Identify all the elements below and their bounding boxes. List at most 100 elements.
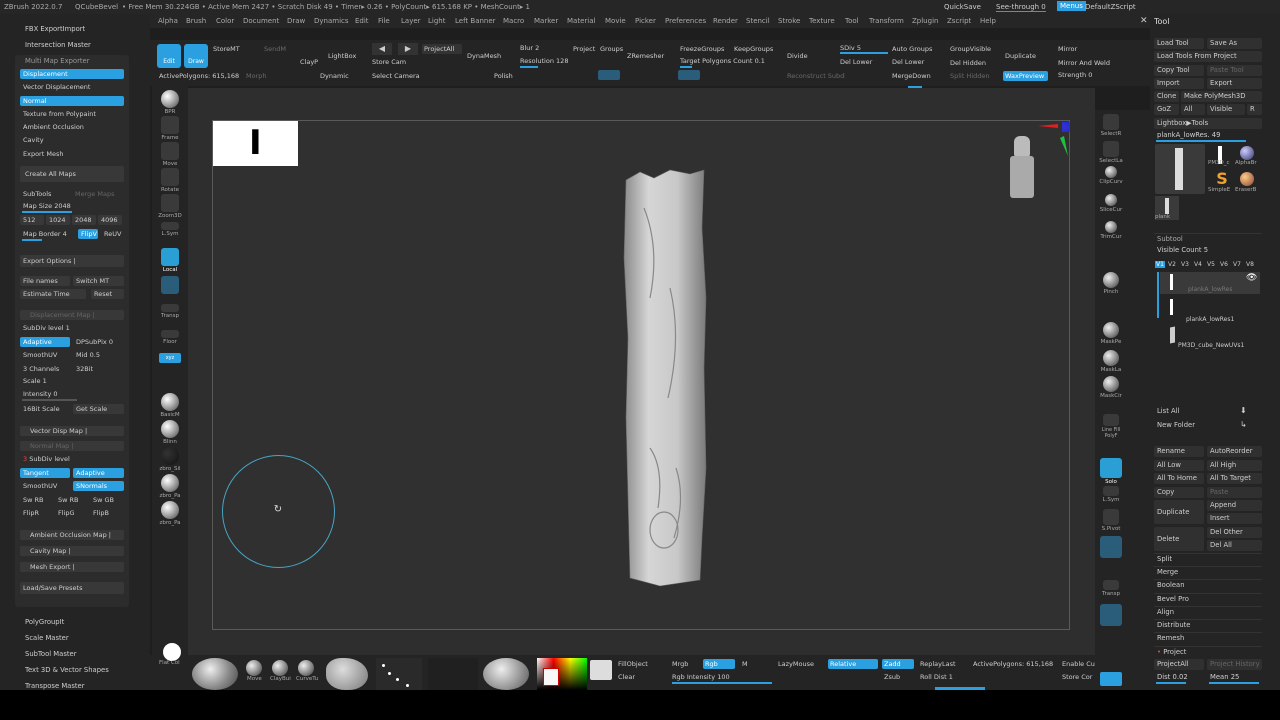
flipr-toggle[interactable]: FlipR	[20, 508, 53, 518]
polish-toggle[interactable]: Polish	[492, 71, 522, 81]
subdiv-toggle-1[interactable]	[598, 70, 620, 80]
menu-render[interactable]: Render	[713, 17, 738, 25]
menu-help[interactable]: Help	[980, 17, 996, 25]
rename-button[interactable]: Rename	[1154, 446, 1204, 457]
flipv-toggle[interactable]: FlipV	[78, 229, 98, 239]
relative-toggle[interactable]: Relative	[828, 659, 878, 669]
subdiv-toggle-2[interactable]	[678, 70, 700, 80]
menu-color[interactable]: Color	[216, 17, 234, 25]
claybuildup-brush-icon[interactable]	[272, 660, 288, 676]
map-size-slider-bar[interactable]	[22, 211, 72, 213]
vtab-v6[interactable]: V6	[1220, 261, 1228, 268]
groupvisible-button[interactable]: GroupVisible	[948, 44, 998, 54]
sendmt-button[interactable]: SendM	[262, 44, 292, 54]
goz-visible-button[interactable]: Visible	[1207, 104, 1245, 115]
size-512-button[interactable]: 512	[20, 215, 44, 225]
goz-button[interactable]: GoZ	[1154, 104, 1179, 115]
blur-slider[interactable]: Blur 2	[518, 43, 563, 53]
pinch-brush-button[interactable]: Pinch	[1096, 272, 1126, 295]
export-mesh-toggle[interactable]: Export Mesh	[20, 149, 124, 159]
quicksave-button[interactable]: QuickSave	[944, 3, 981, 11]
arrow-down-icon[interactable]: ⬇	[1240, 406, 1247, 415]
mergedown-button[interactable]: MergeDown	[890, 71, 936, 81]
replaylast-button[interactable]: ReplayLast	[918, 659, 958, 669]
all-to-home-button[interactable]: All To Home	[1154, 473, 1204, 484]
intensity-slider-bar[interactable]	[22, 399, 77, 401]
blank-right-button[interactable]	[1096, 536, 1126, 559]
switch-mt-button[interactable]: Switch MT	[73, 276, 124, 286]
copy-tool-button[interactable]: Copy Tool	[1154, 65, 1204, 76]
insert-button[interactable]: Insert	[1207, 513, 1262, 524]
create-all-maps-button[interactable]: Create All Maps	[20, 166, 124, 182]
normal-adaptive-toggle[interactable]: Adaptive	[73, 468, 124, 478]
projectall-button-right[interactable]: ProjectAll	[1154, 659, 1204, 670]
swgb-toggle[interactable]: Sw GB	[90, 495, 123, 505]
ao-map-header[interactable]: Ambient Occlusion Map |	[20, 530, 124, 540]
merge-section[interactable]: Merge	[1154, 566, 1262, 577]
zsub-toggle[interactable]: Zsub	[882, 672, 902, 682]
normal-map-header[interactable]: Normal Map |	[20, 441, 124, 451]
save-as-button[interactable]: Save As	[1207, 38, 1262, 49]
16bit-scale-toggle[interactable]: 16Bit Scale	[20, 404, 70, 414]
dist-slider-bar[interactable]	[1156, 682, 1186, 684]
dynamesh-button[interactable]: DynaMesh	[465, 51, 505, 61]
cavity-toggle[interactable]: Cavity	[20, 135, 124, 145]
align-section[interactable]: Align	[1154, 606, 1262, 617]
intensity-slider[interactable]: Intensity 0	[20, 389, 124, 399]
draw-button[interactable]: Draw	[184, 44, 208, 68]
scale-slider[interactable]: Scale 1	[20, 376, 124, 386]
clayp-button[interactable]: ClayP	[298, 57, 322, 67]
del-other-button[interactable]: Del Other	[1207, 527, 1262, 538]
material-blinn[interactable]: Blinn	[155, 420, 185, 445]
clear-button[interactable]: Clear	[616, 672, 637, 682]
list-all-button[interactable]: List All	[1154, 406, 1204, 417]
fbx-export-import[interactable]: FBX ExportImport	[25, 25, 85, 33]
all-to-target-button[interactable]: All To Target	[1207, 473, 1262, 484]
transp-button[interactable]: Transp	[155, 304, 185, 319]
subtool-scrollbar[interactable]	[1157, 272, 1159, 318]
vtab-v3[interactable]: V3	[1181, 261, 1189, 268]
merge-maps-toggle[interactable]: Merge Maps	[72, 189, 122, 199]
32bit-toggle[interactable]: 32Bit	[73, 364, 124, 374]
tangent-toggle[interactable]: Tangent	[20, 468, 70, 478]
menu-texture[interactable]: Texture	[809, 17, 835, 25]
tool-palette-title[interactable]: Tool	[1154, 17, 1170, 26]
strength-slider[interactable]: Strength 0	[1056, 70, 1106, 80]
arrow-return-icon[interactable]: ↳	[1240, 420, 1247, 429]
flipg-toggle[interactable]: FlipG	[55, 508, 88, 518]
subtool-item-selected[interactable]: plankA_lowRes 👁	[1160, 272, 1260, 294]
mask-circle-button[interactable]: MaskCir	[1096, 376, 1126, 399]
ambient-occlusion-toggle[interactable]: Ambient Occlusion	[20, 122, 124, 132]
frame-button[interactable]: Frame	[155, 116, 185, 141]
texture-from-polypaint-toggle[interactable]: Texture from Polypaint	[20, 109, 124, 119]
paste-tool-button[interactable]: Paste Tool	[1207, 65, 1262, 76]
spivot-button[interactable]: S.Pivot	[1096, 509, 1126, 532]
three-channels-toggle[interactable]: 3 Channels	[20, 364, 70, 374]
storemt-button[interactable]: StoreMT	[211, 44, 256, 54]
clone-button[interactable]: Clone	[1154, 91, 1179, 102]
alpha-preview-icon[interactable]	[326, 658, 368, 690]
normal-toggle[interactable]: Normal	[20, 96, 124, 106]
polygroupit-plugin[interactable]: PolyGroupIt	[25, 618, 64, 626]
reconstruct-subdiv-button[interactable]: Reconstruct Subdiv	[785, 71, 845, 81]
dpsubpix-slider[interactable]: DPSubPix 0	[73, 337, 124, 347]
waxpreview-toggle[interactable]: WaxPreview	[1003, 71, 1048, 81]
distribute-section[interactable]: Distribute	[1154, 619, 1262, 630]
menu-preferences[interactable]: Preferences	[665, 17, 706, 25]
store-config-button[interactable]: Store Cor	[1060, 672, 1094, 682]
vtab-v4[interactable]: V4	[1194, 261, 1202, 268]
menu-zplugin[interactable]: Zplugin	[912, 17, 938, 25]
curvetube-brush-icon[interactable]	[298, 660, 314, 676]
rgb-intensity-slider[interactable]: Rgb Intensity 100	[670, 672, 765, 682]
displacement-toggle[interactable]: Displacement	[20, 69, 124, 79]
floor-button[interactable]: Floor	[155, 330, 185, 345]
default-zscript[interactable]: DefaultZScript	[1085, 3, 1136, 11]
axis-gizmo-icon[interactable]	[1034, 118, 1074, 162]
fillobject-button[interactable]: FillObject	[616, 659, 650, 669]
menu-picker[interactable]: Picker	[635, 17, 656, 25]
mask-lasso-button[interactable]: MaskLa	[1096, 350, 1126, 373]
material-preview-icon[interactable]	[483, 658, 529, 690]
color-picker[interactable]	[537, 658, 587, 690]
target-polygons-slider[interactable]: Target Polygons Count 0.1	[678, 56, 788, 66]
morph-slider[interactable]: Morph	[244, 71, 274, 81]
